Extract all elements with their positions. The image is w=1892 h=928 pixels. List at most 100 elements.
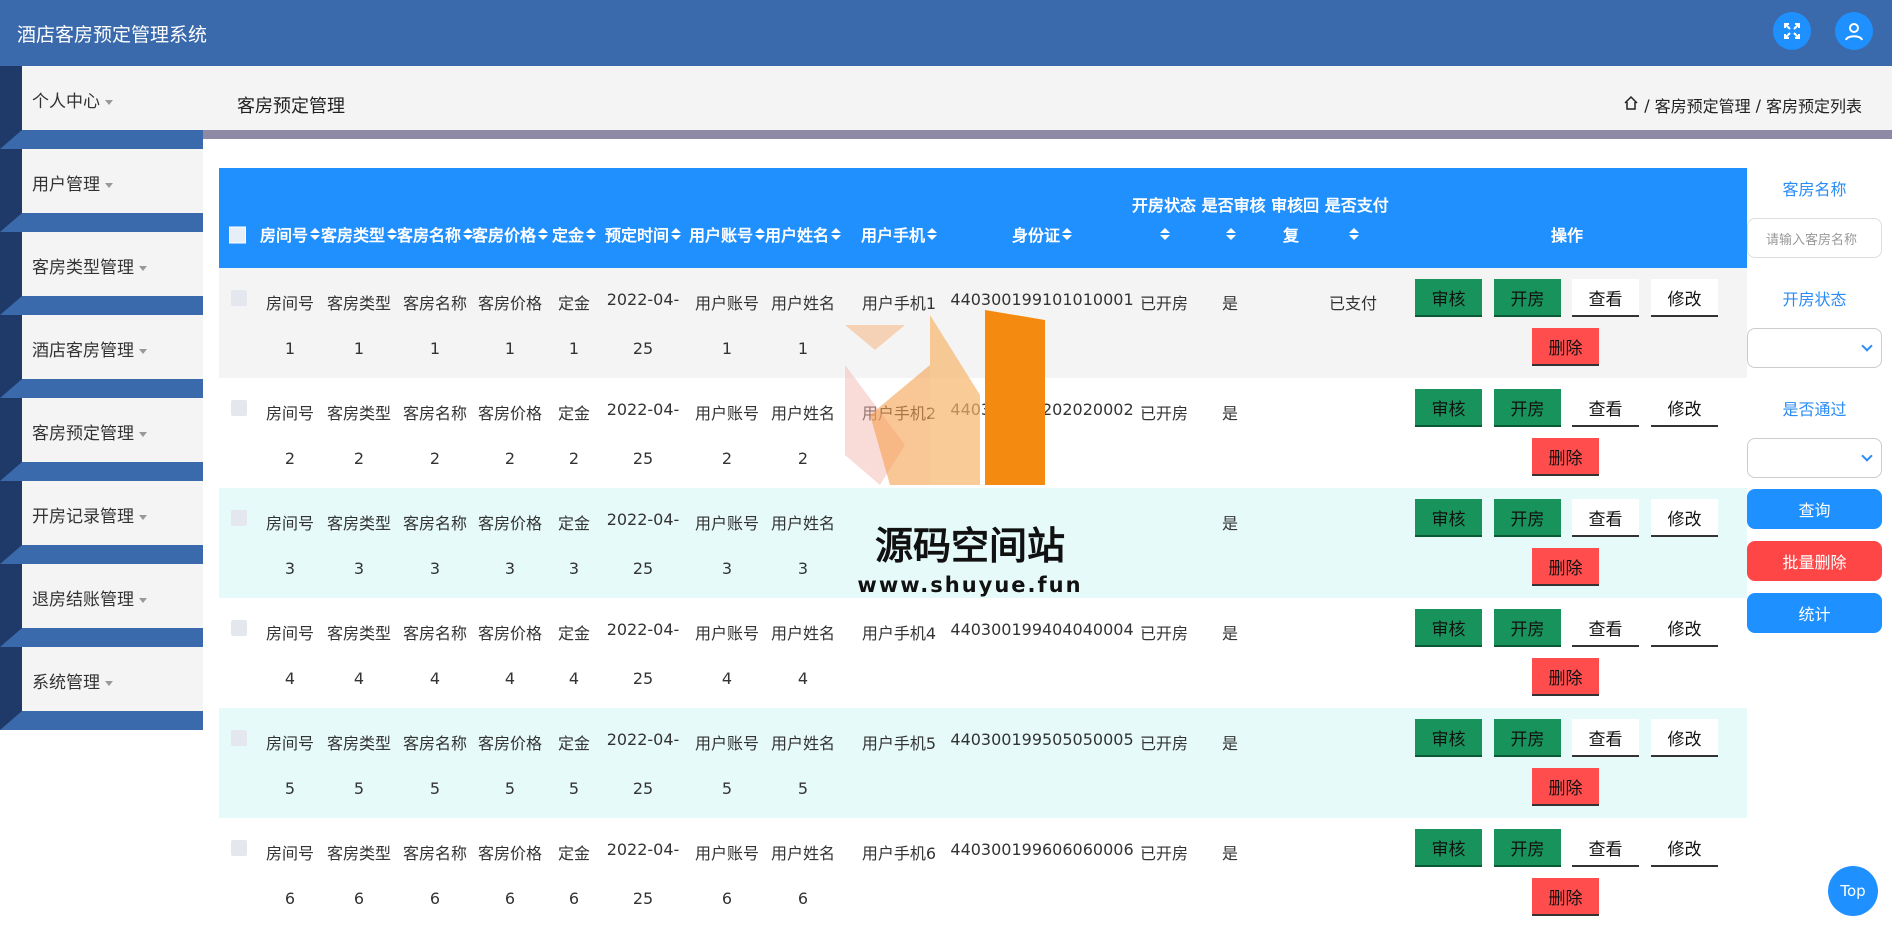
query-button[interactable]: 查询: [1747, 489, 1882, 529]
cell-deposit-line2: 1: [568, 339, 580, 358]
open-room-button[interactable]: 开房: [1494, 719, 1561, 757]
home-icon[interactable]: [1623, 95, 1639, 115]
open-status-select[interactable]: [1747, 328, 1882, 368]
cell-room_name: 客房名称: [402, 844, 468, 863]
cell-price-line2: 3: [504, 559, 516, 578]
batch-delete-button[interactable]: 批量删除: [1747, 541, 1882, 581]
cell-room_name: 客房名称: [402, 624, 468, 643]
sidebar-item-personal[interactable]: 个人中心: [0, 66, 203, 149]
row-checkbox[interactable]: [231, 840, 247, 856]
view-button[interactable]: 查看: [1572, 499, 1639, 537]
audit-button[interactable]: 审核: [1415, 609, 1482, 647]
delete-button[interactable]: 删除: [1532, 328, 1599, 366]
col-room-type[interactable]: 客房类型: [321, 222, 398, 246]
col-name[interactable]: 用户姓名: [765, 222, 842, 246]
cell-price-line2: 2: [504, 449, 516, 468]
pass-select[interactable]: [1747, 438, 1882, 478]
audit-button[interactable]: 审核: [1415, 389, 1482, 427]
col-open-status[interactable]: [1158, 228, 1170, 240]
cell-deposit: 定金: [557, 844, 591, 863]
col-actions: 操作: [1550, 226, 1584, 245]
col-pay[interactable]: [1347, 228, 1359, 240]
sidebar-item-checkout[interactable]: 退房结账管理: [0, 564, 203, 647]
col-reply: 复: [1282, 226, 1300, 245]
open-room-button[interactable]: 开房: [1494, 499, 1561, 537]
user-icon[interactable]: [1835, 12, 1873, 50]
view-button[interactable]: 查看: [1572, 609, 1639, 647]
header-group-label: 开房状态 是否审核 审核回 是否支付: [1132, 196, 1389, 215]
sidebar-item-hotel-room[interactable]: 酒店客房管理: [0, 315, 203, 398]
open-room-button[interactable]: 开房: [1494, 609, 1561, 647]
cell-open-status: 已开房: [1139, 294, 1189, 313]
view-button[interactable]: 查看: [1572, 279, 1639, 317]
table-header: 开房状态 是否审核 审核回 是否支付 房间号 客房类型 客房名称 客房价格 定金…: [219, 168, 1747, 268]
col-date[interactable]: 预定时间: [605, 222, 682, 246]
cell-room_no-line2: 1: [284, 339, 296, 358]
col-room-name[interactable]: 客房名称: [397, 222, 474, 246]
open-room-button[interactable]: 开房: [1494, 389, 1561, 427]
col-phone[interactable]: 用户手机: [861, 222, 938, 246]
col-id-card[interactable]: 身份证: [1012, 222, 1073, 246]
edit-button[interactable]: 修改: [1651, 609, 1718, 647]
audit-button[interactable]: 审核: [1415, 279, 1482, 317]
cell-room_name: 客房名称: [402, 294, 468, 313]
cell-date-line2: 25: [632, 339, 654, 358]
delete-button[interactable]: 删除: [1532, 658, 1599, 696]
view-button[interactable]: 查看: [1572, 829, 1639, 867]
cell-phone: 用户手机5: [861, 734, 937, 753]
audit-button[interactable]: 审核: [1415, 719, 1482, 757]
sidebar-item-system[interactable]: 系统管理: [0, 647, 203, 730]
caret-down-icon: [139, 597, 147, 603]
cell-room_name-line2: 6: [429, 889, 441, 908]
edit-button[interactable]: 修改: [1651, 389, 1718, 427]
open-room-button[interactable]: 开房: [1494, 279, 1561, 317]
sidebar-item-users[interactable]: 用户管理: [0, 149, 203, 232]
row-checkbox[interactable]: [231, 510, 247, 526]
row-checkbox[interactable]: [231, 620, 247, 636]
sidebar-item-booking[interactable]: 客房预定管理: [0, 398, 203, 481]
col-price[interactable]: 客房价格: [472, 222, 549, 246]
audit-button[interactable]: 审核: [1415, 829, 1482, 867]
breadcrumb-item[interactable]: 客房预定管理: [1655, 93, 1751, 117]
audit-button[interactable]: 审核: [1415, 499, 1482, 537]
row-checkbox[interactable]: [231, 290, 247, 306]
delete-button[interactable]: 删除: [1532, 878, 1599, 916]
select-all-checkbox[interactable]: [229, 226, 246, 244]
col-deposit[interactable]: 定金: [552, 222, 597, 246]
stats-button[interactable]: 统计: [1747, 593, 1882, 633]
cell-price: 客房价格: [477, 624, 543, 643]
cell-room_name: 客房名称: [402, 734, 468, 753]
sidebar-item-open-record[interactable]: 开房记录管理: [0, 481, 203, 564]
room-name-input[interactable]: 请输入客房名称: [1747, 218, 1882, 258]
cell-room_no-line2: 2: [284, 449, 296, 468]
cell-room_type: 客房类型: [326, 734, 392, 753]
caret-down-icon: [105, 182, 113, 188]
cell-deposit: 定金: [557, 404, 591, 423]
cell-account-line2: 6: [721, 889, 733, 908]
cell-account: 用户账号: [694, 844, 760, 863]
row-checkbox[interactable]: [231, 400, 247, 416]
edit-button[interactable]: 修改: [1651, 829, 1718, 867]
edit-button[interactable]: 修改: [1651, 279, 1718, 317]
edit-button[interactable]: 修改: [1651, 499, 1718, 537]
sidebar-item-room-type[interactable]: 客房类型管理: [0, 232, 203, 315]
cell-account: 用户账号: [694, 514, 760, 533]
row-checkbox[interactable]: [231, 730, 247, 746]
delete-button[interactable]: 删除: [1532, 438, 1599, 476]
view-button[interactable]: 查看: [1572, 719, 1639, 757]
fullscreen-icon[interactable]: [1773, 12, 1811, 50]
delete-button[interactable]: 删除: [1532, 548, 1599, 586]
edit-button[interactable]: 修改: [1651, 719, 1718, 757]
cell-name: 用户姓名: [770, 624, 836, 643]
view-button[interactable]: 查看: [1572, 389, 1639, 427]
col-account[interactable]: 用户账号: [689, 222, 766, 246]
cell-id-card: 440300199202020002: [950, 400, 1134, 419]
open-room-button[interactable]: 开房: [1494, 829, 1561, 867]
delete-button[interactable]: 删除: [1532, 768, 1599, 806]
col-room-no[interactable]: 房间号: [260, 222, 321, 246]
cell-account: 用户账号: [694, 624, 760, 643]
table-row: 房间号 2 客房类型 2 客房名称 2 客房价格 2 定金 2 2022-04- 25 用户账号 2 用户姓…: [219, 378, 1747, 488]
col-audit[interactable]: [1224, 228, 1236, 240]
sort-icon: [310, 228, 321, 240]
back-to-top-button[interactable]: Top: [1828, 866, 1878, 916]
